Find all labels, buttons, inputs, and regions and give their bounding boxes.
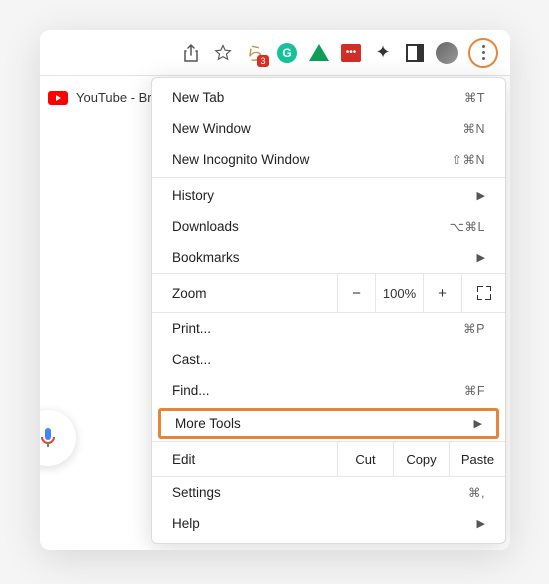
menu-shortcut: ⌘P [463,321,485,336]
menu-bookmarks[interactable]: Bookmarks ▶ [152,242,505,273]
zoom-in-button[interactable]: + [423,274,461,312]
menu-label: Find... [172,383,210,398]
menu-shortcut: ⌘N [462,121,485,136]
menu-label: Edit [152,444,337,475]
menu-shortcut: ⌥⌘L [450,219,485,234]
menu-label: Settings [172,485,221,500]
menu-label: New Tab [172,90,224,105]
edit-paste-button[interactable]: Paste [449,442,505,476]
fullscreen-icon [477,286,491,300]
menu-downloads[interactable]: Downloads ⌥⌘L [152,211,505,242]
menu-label: Zoom [152,276,337,311]
more-menu-button[interactable] [468,38,498,68]
menu-edit: Edit Cut Copy Paste [152,441,505,477]
kebab-icon [482,45,485,60]
zoom-value: 100% [375,274,423,312]
tab-strip: YouTube - Br [48,90,152,105]
zoom-out-button[interactable]: − [337,274,375,312]
menu-print[interactable]: Print... ⌘P [152,313,505,344]
menu-new-tab[interactable]: New Tab ⌘T [152,82,505,113]
menu-label: New Window [172,121,251,136]
chevron-right-icon: ▶ [477,517,485,530]
menu-label: Help [172,516,200,531]
menu-label: Print... [172,321,211,336]
menu-history[interactable]: History ▶ [152,180,505,211]
menu-label: History [172,188,214,203]
extensions-puzzle-icon[interactable]: ✦ [372,42,394,64]
menu-cast[interactable]: Cast... [152,344,505,375]
profile-avatar[interactable] [436,42,458,64]
menu-separator [152,177,505,178]
edit-cut-button[interactable]: Cut [337,442,393,476]
extension-icon-1[interactable]: ら 3 [244,42,266,64]
microphone-icon [40,426,58,450]
tab-title: YouTube - Br [76,90,152,105]
chevron-right-icon: ▶ [477,189,485,202]
edit-copy-button[interactable]: Copy [393,442,449,476]
menu-zoom: Zoom − 100% + [152,273,505,313]
menu-shortcut: ⌘F [464,383,485,398]
menu-incognito[interactable]: New Incognito Window ⇧⌘N [152,144,505,175]
zoom-controls: − 100% + [337,274,505,312]
bookmark-star-icon[interactable] [212,42,234,64]
menu-label: Bookmarks [172,250,240,265]
reader-mode-icon[interactable] [404,42,426,64]
menu-settings[interactable]: Settings ⌘, [152,477,505,508]
menu-find[interactable]: Find... ⌘F [152,375,505,406]
menu-label: Downloads [172,219,239,234]
chevron-right-icon: ▶ [477,251,485,264]
lastpass-icon[interactable]: ••• [340,42,362,64]
grammarly-icon[interactable]: G [276,42,298,64]
menu-shortcut: ⌘, [468,485,485,500]
menu-shortcut: ⇧⌘N [451,152,485,167]
menu-help[interactable]: Help ▶ [152,508,505,539]
menu-shortcut: ⌘T [464,90,485,105]
browser-window: ら 3 G ••• ✦ YouTube - Br New Tab ⌘T New … [40,30,510,550]
menu-label: New Incognito Window [172,152,309,167]
extension-badge: 3 [257,55,269,67]
chevron-right-icon: ▶ [474,417,482,430]
toolbar: ら 3 G ••• ✦ [40,30,510,76]
chrome-menu: New Tab ⌘T New Window ⌘N New Incognito W… [151,77,506,544]
menu-more-tools[interactable]: More Tools ▶ [158,408,499,439]
share-icon[interactable] [180,42,202,64]
fullscreen-button[interactable] [461,274,505,312]
google-drive-icon[interactable] [308,42,330,64]
menu-label: Cast... [172,352,211,367]
youtube-favicon [48,91,68,105]
menu-new-window[interactable]: New Window ⌘N [152,113,505,144]
menu-label: More Tools [175,416,241,431]
voice-search-button[interactable] [40,410,76,466]
